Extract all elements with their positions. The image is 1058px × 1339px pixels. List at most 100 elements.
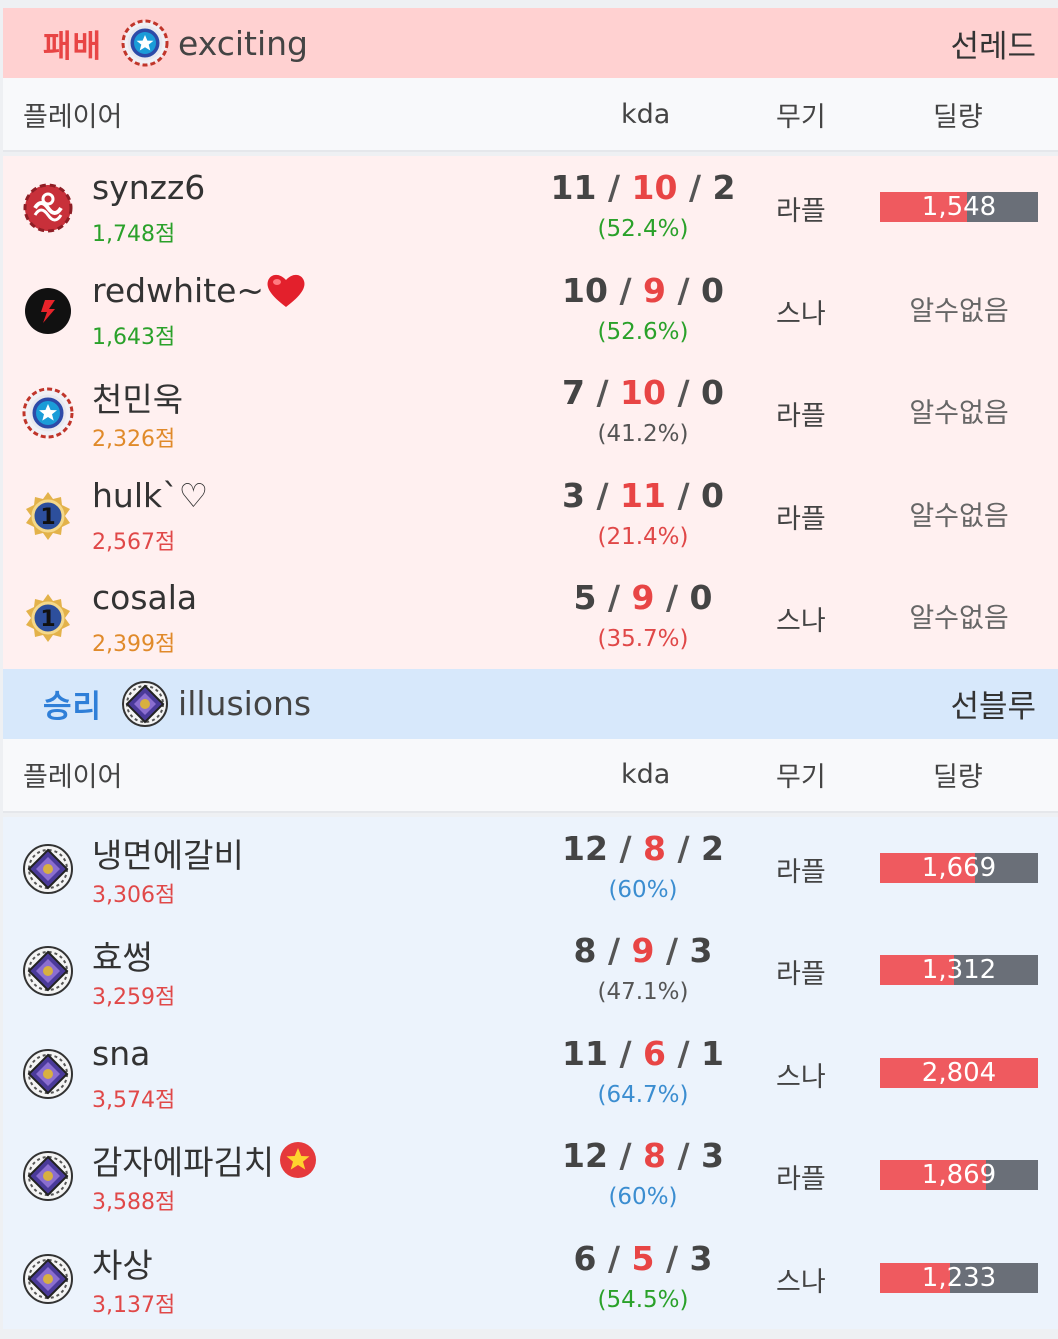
diamond-emblem-icon xyxy=(23,1253,73,1304)
kill-participation: (52.6%) xyxy=(597,318,689,345)
col-kda: kda xyxy=(621,759,671,790)
player-score: 1,643점 xyxy=(92,324,176,350)
player-row[interactable]: 1 hulk`♡ 2,567점 3 / 11 / 0 (21.4%) 라플 알수… xyxy=(3,464,1058,567)
kda-value: 11 / 10 / 2 xyxy=(550,168,736,207)
column-header: 플레이어 kda 무기 딜량 xyxy=(3,78,1058,152)
player-row[interactable]: 차상 3,137점 6 / 5 / 3 (54.5%) 스나 1,233 xyxy=(3,1227,1058,1330)
player-score: 3,574점 xyxy=(92,1087,176,1113)
kda-value: 7 / 10 / 0 xyxy=(562,373,724,412)
player-row[interactable]: sna 3,574점 11 / 6 / 1 (64.7%) 스나 2,804 xyxy=(3,1022,1058,1125)
damage-unknown: 알수없음 xyxy=(909,500,1009,532)
clan-mark-icon xyxy=(25,287,71,334)
player-row[interactable]: 효썽 3,259점 8 / 9 / 3 (47.1%) 라플 1,312 xyxy=(3,919,1058,1022)
player-row[interactable]: 감자에파김치 3,588점 12 / 8 / 3 (60%) 라플 1,869 xyxy=(3,1124,1058,1227)
diamond-emblem-icon xyxy=(23,1151,73,1201)
player-name[interactable]: 차상 xyxy=(92,1239,153,1287)
damage-bar: 1,548 xyxy=(880,192,1038,222)
kill-participation: (54.5%) xyxy=(597,1286,689,1313)
team-name[interactable]: illusions xyxy=(178,684,311,723)
kda-value: 8 / 9 / 3 xyxy=(573,931,713,970)
kda-value: 6 / 5 / 3 xyxy=(573,1238,713,1278)
weapon-label: 스나 xyxy=(776,606,826,637)
svg-text:1: 1 xyxy=(40,505,55,530)
col-damage: 딜량 xyxy=(933,762,983,793)
rank-one-badge-icon: 1 xyxy=(26,594,70,642)
weapon-label: 라플 xyxy=(776,196,826,227)
kill-participation: (35.7%) xyxy=(597,626,689,652)
damage-value: 2,804 xyxy=(921,1057,997,1088)
result-label-lose: 패배 xyxy=(43,28,103,65)
damage-bar: 1,233 xyxy=(880,1262,1038,1293)
diamond-emblem-icon xyxy=(23,843,73,894)
col-kda: kda xyxy=(621,98,671,130)
player-score: 3,259점 xyxy=(92,985,176,1010)
player-name[interactable]: 냉면에갈비 xyxy=(92,829,244,877)
player-score: 2,326점 xyxy=(92,427,176,452)
team-side: 선레드 xyxy=(950,28,1036,65)
diamond-emblem-icon xyxy=(122,680,169,727)
player-name[interactable]: hulk`♡ xyxy=(92,476,208,515)
damage-unknown: 알수없음 xyxy=(909,398,1009,429)
damage-bar: 1,669 xyxy=(880,852,1038,883)
player-name[interactable]: synzz6 xyxy=(92,168,205,207)
match-result-board: 패배 exciting 선레드 플레이어 kda 무기 딜량 synzz6 1,… xyxy=(3,8,1058,1329)
star-badge-icon xyxy=(280,1142,317,1178)
kill-participation: (21.4%) xyxy=(597,523,689,550)
kill-participation: (60%) xyxy=(608,876,678,903)
star-shield-emblem-icon xyxy=(121,19,169,67)
kda-value: 12 / 8 / 2 xyxy=(562,828,724,868)
player-score: 2,567점 xyxy=(92,529,176,555)
weapon-label: 스나 xyxy=(776,298,826,330)
weapon-label: 스나 xyxy=(776,1061,826,1093)
kill-participation: (52.4%) xyxy=(597,216,689,242)
kda-value: 12 / 8 / 3 xyxy=(562,1136,724,1175)
weapon-label: 스나 xyxy=(776,1266,826,1298)
col-weapon: 무기 xyxy=(776,762,826,793)
player-row[interactable]: 천민욱 2,326점 7 / 10 / 0 (41.2%) 라플 알수없음 xyxy=(3,361,1058,464)
player-list-lose: synzz6 1,748점 11 / 10 / 2 (52.4%) 라플 1,5… xyxy=(3,156,1058,669)
damage-unknown: 알수없음 xyxy=(909,295,1009,327)
damage-value: 1,548 xyxy=(921,192,997,222)
star-shield-emblem-icon xyxy=(22,387,74,439)
player-name[interactable]: cosala xyxy=(92,578,197,617)
clan-mark-icon xyxy=(23,183,73,233)
weapon-label: 라플 xyxy=(776,1164,826,1195)
damage-value: 1,669 xyxy=(921,852,997,883)
weapon-label: 라플 xyxy=(776,856,826,888)
damage-value: 1,233 xyxy=(921,1262,997,1293)
player-name[interactable]: sna xyxy=(92,1034,150,1073)
player-score: 3,588점 xyxy=(92,1190,176,1215)
kill-participation: (41.2%) xyxy=(597,421,689,447)
player-score: 3,306점 xyxy=(92,882,176,908)
player-row[interactable]: 1 cosala 2,399점 5 / 9 / 0 (35.7%) 스나 알수없… xyxy=(3,566,1058,669)
diamond-emblem-icon xyxy=(23,1048,73,1099)
column-header: 플레이어 kda 무기 딜량 xyxy=(3,738,1058,813)
kda-value: 3 / 11 / 0 xyxy=(562,475,724,515)
rank-one-badge-icon: 1 xyxy=(26,491,70,540)
player-name[interactable]: redwhite~ xyxy=(92,271,306,310)
damage-value: 1,869 xyxy=(921,1160,997,1190)
player-row[interactable]: synzz6 1,748점 11 / 10 / 2 (52.4%) 라플 1,5… xyxy=(3,156,1058,259)
player-name[interactable]: 감자에파김치 xyxy=(92,1136,318,1184)
kill-participation: (60%) xyxy=(608,1184,678,1210)
kda-value: 10 / 9 / 0 xyxy=(562,270,724,310)
diamond-emblem-icon xyxy=(23,946,73,996)
damage-unknown: 알수없음 xyxy=(909,603,1009,634)
kda-value: 11 / 6 / 1 xyxy=(562,1033,724,1073)
heart-icon xyxy=(267,274,305,307)
player-list-win: 냉면에갈비 3,306점 12 / 8 / 2 (60%) 라플 1,669 효… xyxy=(3,816,1058,1330)
col-damage: 딜량 xyxy=(933,101,983,133)
player-score: 3,137점 xyxy=(92,1292,176,1318)
kda-value: 5 / 9 / 0 xyxy=(573,578,713,617)
team-side: 선블루 xyxy=(950,689,1036,725)
col-player: 플레이어 xyxy=(23,762,123,793)
player-score: 2,399점 xyxy=(92,632,176,657)
player-row[interactable]: redwhite~ 1,643점 10 / 9 / 0 (52.6%) 스나 알… xyxy=(3,259,1058,362)
weapon-label: 라플 xyxy=(776,401,826,432)
player-name[interactable]: 천민욱 xyxy=(92,373,183,421)
damage-value: 1,312 xyxy=(921,955,997,985)
player-name[interactable]: 효썽 xyxy=(92,931,153,979)
player-row[interactable]: 냉면에갈비 3,306점 12 / 8 / 2 (60%) 라플 1,669 xyxy=(3,817,1058,920)
damage-bar: 1,312 xyxy=(880,955,1038,985)
team-name[interactable]: exciting xyxy=(178,24,308,63)
